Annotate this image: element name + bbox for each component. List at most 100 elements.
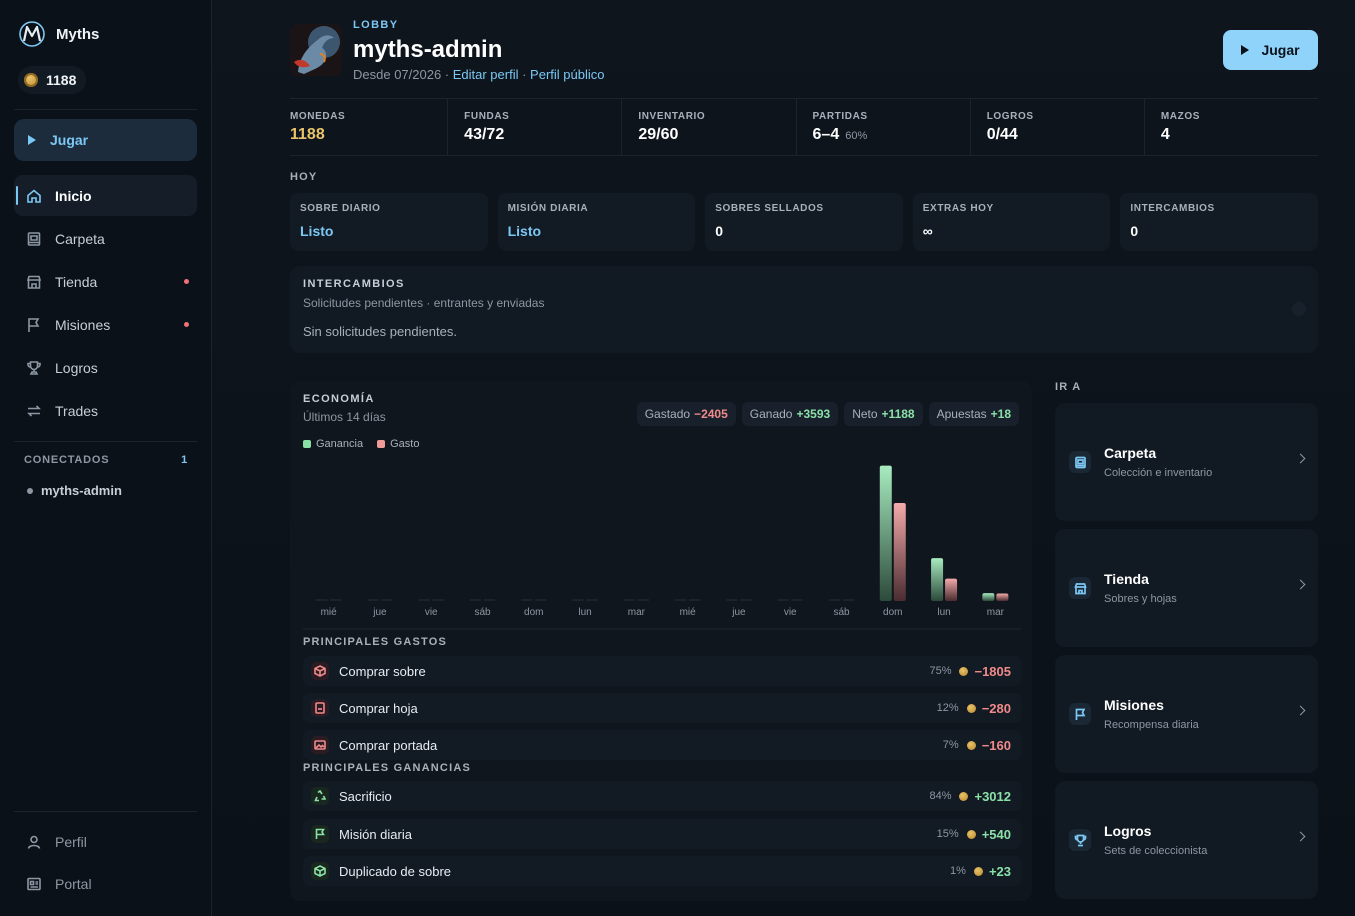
- earn-row[interactable]: Misión diaria 15% +540: [303, 819, 1021, 849]
- x-tick-label: dom: [883, 607, 902, 618]
- sidebar-item-inicio[interactable]: Inicio: [14, 175, 197, 216]
- stat-label: FUNDAS: [464, 111, 510, 122]
- today-card-daily-pack[interactable]: SOBRE DIARIO Listo: [290, 193, 488, 251]
- earn-row[interactable]: Duplicado de sobre 1% +23: [303, 856, 1021, 886]
- row-value: −160: [981, 737, 1011, 753]
- legend-spend: Gasto: [377, 438, 419, 450]
- trades-toggle[interactable]: [1292, 302, 1306, 316]
- goto-misiones[interactable]: Misiones Recompensa diaria: [1055, 655, 1318, 773]
- trades-panel: INTERCAMBIOS Solicitudes pendientes · en…: [290, 266, 1318, 353]
- play-button[interactable]: Jugar: [1223, 30, 1318, 70]
- chevron-right-icon: [1295, 831, 1306, 842]
- play-label: Jugar: [50, 132, 89, 148]
- x-tick-label: lun: [937, 607, 950, 618]
- avatar[interactable]: [290, 24, 342, 76]
- flag-icon: [1069, 703, 1091, 725]
- bar-spend: [945, 578, 958, 601]
- today-card-value: Listo: [300, 223, 334, 239]
- bar-spend: [842, 599, 855, 601]
- sidebar-item-trades[interactable]: Trades: [14, 390, 197, 431]
- binder-icon: [26, 231, 42, 247]
- chevron-right-icon: [1295, 453, 1306, 464]
- sidebar-item-misiones[interactable]: Misiones: [14, 304, 197, 345]
- stat-mazos: MAZOS 4: [1145, 99, 1318, 155]
- trades-empty-state: Sin solicitudes pendientes.: [303, 324, 457, 339]
- row-value: +540: [981, 826, 1011, 842]
- sidebar-item-carpeta[interactable]: Carpeta: [14, 218, 197, 259]
- bar-spend: [380, 599, 393, 601]
- today-card-trades[interactable]: INTERCAMBIOS 0: [1120, 193, 1318, 251]
- coin-balance: 1188: [18, 66, 87, 94]
- sidebar-item-label: Portal: [55, 876, 92, 892]
- spend-row[interactable]: Comprar portada 7% −160: [303, 730, 1021, 760]
- row-value: +3012: [974, 788, 1011, 804]
- separator-text: ·: [518, 67, 531, 82]
- sidebar-item-label: Perfil: [55, 834, 87, 850]
- today-card-value: ∞: [922, 223, 933, 239]
- chip-earned: Ganado +3593: [741, 402, 839, 426]
- connected-count: 1: [181, 454, 188, 466]
- today-card-sealed-packs[interactable]: SOBRES SELLADOS 0: [705, 193, 903, 251]
- public-profile-link[interactable]: Perfil público: [530, 67, 604, 82]
- bar-spend: [534, 599, 547, 601]
- row-name: Sacrificio: [339, 788, 392, 804]
- goto-text: Logros Sets de coleccionista: [1104, 823, 1207, 857]
- goto-item-title: Carpeta: [1104, 445, 1157, 461]
- connected-user-name: myths-admin: [41, 483, 122, 498]
- today-card-extras[interactable]: EXTRAS HOY ∞: [912, 193, 1111, 251]
- today-card-value: Listo: [507, 223, 542, 239]
- stat-label: MONEDAS: [290, 111, 346, 122]
- bar-gain: [366, 599, 379, 601]
- row-pct: 1%: [950, 865, 966, 877]
- today-card-value: 0: [1130, 223, 1139, 239]
- play-button-sidebar[interactable]: Jugar: [14, 119, 197, 161]
- bar-gain: [418, 599, 431, 601]
- goto-logros[interactable]: Logros Sets de coleccionista: [1055, 781, 1318, 899]
- x-tick-label: sáb: [833, 607, 850, 618]
- legend-label: Gasto: [390, 438, 420, 450]
- stat-label: PARTIDAS: [812, 111, 868, 122]
- row-pct: 84%: [929, 790, 952, 802]
- divider: [14, 441, 197, 442]
- bar-spend: [893, 503, 906, 601]
- sheet-icon: [311, 699, 329, 717]
- row-pct: 75%: [929, 665, 952, 677]
- goto-title: IR A: [1055, 381, 1082, 393]
- stat-partidas: PARTIDAS 6–4 60%: [797, 99, 971, 155]
- sidebar-item-label: Carpeta: [55, 230, 105, 247]
- goto-item-title: Tienda: [1104, 571, 1149, 587]
- sidebar-item-label: Trades: [55, 402, 99, 419]
- goto-tienda[interactable]: Tienda Sobres y hojas: [1055, 529, 1318, 647]
- spend-row[interactable]: Comprar sobre 75% −1805: [303, 656, 1021, 686]
- goto-text: Tienda Sobres y hojas: [1104, 571, 1177, 605]
- connected-user[interactable]: myths-admin: [27, 483, 122, 498]
- bar-gain: [725, 599, 738, 601]
- play-icon: [1241, 45, 1250, 55]
- stat-label: INVENTARIO: [638, 111, 706, 122]
- main-content: LOBBY myths-admin Desde 07/2026 · Editar…: [290, 0, 1318, 916]
- bar-gain: [315, 599, 328, 601]
- bar-spend: [996, 593, 1009, 601]
- sidebar-item-tienda[interactable]: Tienda: [14, 261, 197, 302]
- edit-profile-link[interactable]: Editar perfil: [453, 67, 519, 82]
- goto-text: Misiones Recompensa diaria: [1104, 697, 1199, 731]
- row-name: Misión diaria: [339, 826, 412, 842]
- spend-row[interactable]: Comprar hoja 12% −280: [303, 693, 1021, 723]
- today-card-daily-mission[interactable]: MISIÓN DIARIA Listo: [497, 193, 696, 251]
- flag-icon: [26, 317, 42, 333]
- legend-swatch: [303, 440, 311, 448]
- chip-value: +18: [990, 407, 1011, 421]
- x-tick-label: jue: [372, 607, 387, 618]
- x-tick-label: mar: [987, 607, 1005, 618]
- brand[interactable]: Myths: [18, 20, 99, 48]
- section-label: LOBBY: [353, 19, 399, 31]
- today-cards: SOBRE DIARIO Listo MISIÓN DIARIA Listo S…: [290, 193, 1318, 251]
- earn-row[interactable]: Sacrificio 84% +3012: [303, 781, 1021, 811]
- sidebar-item-portal[interactable]: Portal: [14, 864, 197, 904]
- stat-value: 0/44: [986, 126, 1018, 143]
- sidebar-item-perfil[interactable]: Perfil: [14, 822, 197, 862]
- sidebar-item-logros[interactable]: Logros: [14, 347, 197, 388]
- goto-carpeta[interactable]: Carpeta Colección e inventario: [1055, 403, 1318, 521]
- package-icon: [311, 662, 329, 680]
- x-tick-label: mié: [680, 607, 697, 618]
